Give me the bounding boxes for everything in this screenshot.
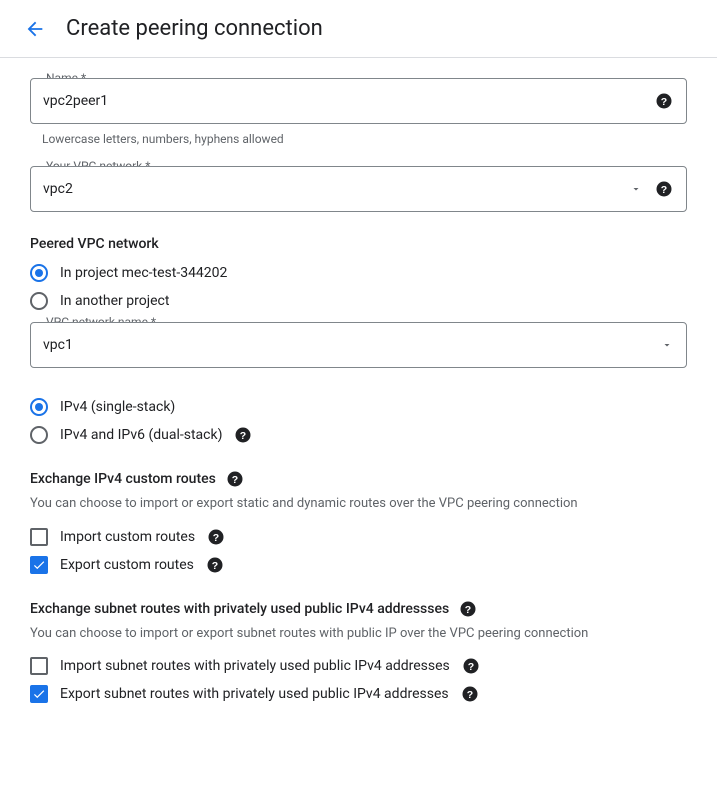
svg-text:?: ?: [661, 96, 667, 108]
svg-text:?: ?: [661, 184, 667, 196]
help-icon[interactable]: ?: [226, 470, 244, 488]
exchange-custom-routes-desc: You can choose to import or export stati…: [30, 494, 687, 514]
svg-text:?: ?: [465, 603, 471, 615]
svg-text:?: ?: [468, 661, 474, 673]
radio-another-project[interactable]: [30, 292, 48, 310]
help-icon[interactable]: ?: [462, 657, 480, 675]
back-arrow-icon[interactable]: [24, 18, 46, 40]
help-icon[interactable]: ?: [207, 528, 225, 546]
help-icon[interactable]: ?: [461, 685, 479, 703]
import-subnet-routes-checkbox[interactable]: [30, 657, 48, 675]
radio-another-project-label: In another project: [60, 293, 169, 309]
help-icon[interactable]: ?: [655, 92, 673, 110]
svg-text:?: ?: [466, 689, 472, 701]
help-icon[interactable]: ?: [655, 180, 673, 198]
radio-ipv4-single-label: IPv4 (single-stack): [60, 399, 175, 415]
exchange-subnet-routes-title: Exchange subnet routes with privately us…: [30, 601, 449, 617]
export-subnet-routes-label: Export subnet routes with privately used…: [60, 686, 449, 702]
svg-text:?: ?: [240, 430, 246, 442]
help-icon[interactable]: ?: [206, 556, 224, 574]
import-custom-routes-checkbox[interactable]: [30, 528, 48, 546]
export-custom-routes-label: Export custom routes: [60, 557, 194, 573]
help-icon[interactable]: ?: [234, 426, 252, 444]
radio-ipv4-ipv6-dual[interactable]: [30, 426, 48, 444]
exchange-subnet-routes-desc: You can choose to import or export subne…: [30, 624, 687, 644]
vpc-network-name-select[interactable]: [30, 322, 687, 368]
export-subnet-routes-checkbox[interactable]: [30, 685, 48, 703]
export-custom-routes-checkbox[interactable]: [30, 556, 48, 574]
import-custom-routes-label: Import custom routes: [60, 529, 195, 545]
radio-in-project-label: In project mec-test-344202: [60, 265, 227, 281]
your-vpc-select[interactable]: [30, 166, 687, 212]
page-title: Create peering connection: [66, 16, 323, 41]
svg-text:?: ?: [213, 531, 219, 543]
name-input[interactable]: [30, 78, 687, 124]
radio-ipv4-single[interactable]: [30, 398, 48, 416]
radio-in-project[interactable]: [30, 264, 48, 282]
radio-ipv4-ipv6-dual-label: IPv4 and IPv6 (dual-stack): [60, 427, 222, 443]
peered-vpc-section-title: Peered VPC network: [30, 236, 687, 252]
help-icon[interactable]: ?: [459, 600, 477, 618]
exchange-custom-routes-title: Exchange IPv4 custom routes: [30, 471, 216, 487]
svg-text:?: ?: [212, 559, 218, 571]
name-helper-text: Lowercase letters, numbers, hyphens allo…: [42, 132, 687, 146]
svg-text:?: ?: [232, 474, 238, 486]
import-subnet-routes-label: Import subnet routes with privately used…: [60, 658, 450, 674]
